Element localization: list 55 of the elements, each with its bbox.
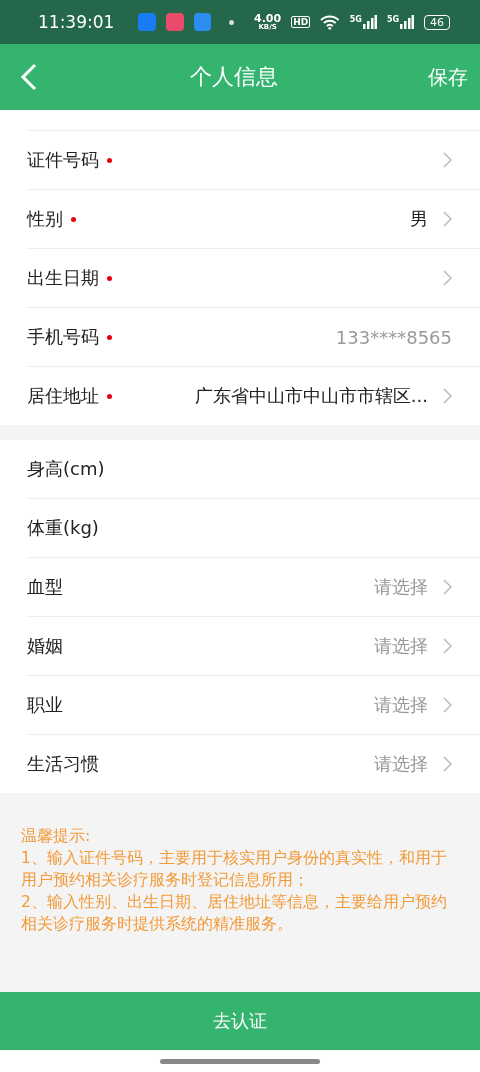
form-row[interactable]: 婚姻 请选择 xyxy=(27,617,480,676)
chevron-right-icon xyxy=(442,388,452,404)
field-placeholder: 请选择 xyxy=(374,575,428,599)
signal-icon xyxy=(362,15,377,29)
battery-level: 46 xyxy=(424,14,450,30)
field-label: 血型 xyxy=(27,575,63,599)
field-label: 婚姻 xyxy=(27,634,63,658)
app-icon xyxy=(165,13,184,31)
chevron-right-icon xyxy=(442,638,452,654)
chevron-right-icon xyxy=(442,211,452,227)
field-value: 广东省中山市中山市市辖区... xyxy=(194,384,428,408)
chevron-right-icon xyxy=(442,152,452,168)
form-row[interactable]: 身高(cm) xyxy=(27,440,480,499)
wifi-icon xyxy=(320,14,340,30)
field-label: 性别 xyxy=(27,207,63,231)
tips-title: 温馨提示: xyxy=(21,826,92,847)
chevron-right-icon xyxy=(442,697,452,713)
field-placeholder: 请选择 xyxy=(374,634,428,658)
tip-text: 2、输入性别、出生日期、居住地址等信息，主要给用户预约相关诊疗服务时提供系统的精准服务。 xyxy=(21,892,448,935)
field-placeholder: 133****8565 xyxy=(335,326,452,348)
form-row[interactable]: 出生日期 xyxy=(27,249,480,308)
field-label: 身高(cm) xyxy=(27,457,105,481)
field-label: 手机号码 xyxy=(27,325,99,349)
signal-icon xyxy=(400,15,414,29)
form-row[interactable]: 职业 请选择 xyxy=(27,676,480,735)
form-row[interactable]: 体重(kg) xyxy=(27,499,480,558)
form-row[interactable]: 生活习惯 请选择 xyxy=(27,735,480,793)
form-row[interactable]: 性别 男 xyxy=(27,190,480,249)
network-speed: 4.00 xyxy=(254,13,282,24)
field-label: 职业 xyxy=(27,693,63,717)
page-title: 个人信息 xyxy=(190,63,278,91)
field-label: 出生日期 xyxy=(27,266,99,290)
field-label: 生活习惯 xyxy=(27,752,99,776)
form-row[interactable]: 手机号码 133****8565 xyxy=(27,308,480,367)
field-placeholder: 请选择 xyxy=(374,752,428,776)
field-label: 体重(kg) xyxy=(27,516,99,540)
tip-text: 1、输入证件号码，主要用于核实用户身份的真实性，和用于用户预约相关诊疗服务时登记信息所用； xyxy=(21,848,448,891)
field-label: 证件号码 xyxy=(27,148,99,172)
chevron-right-icon xyxy=(442,270,452,286)
network-type: 5G xyxy=(386,15,399,24)
form-row[interactable]: 证件号码 xyxy=(27,131,480,190)
chevron-right-icon xyxy=(442,756,452,772)
form-row[interactable]: 居住地址 广东省中山市中山市市辖区... xyxy=(27,367,480,425)
app-icon xyxy=(193,13,212,31)
field-value: 男 xyxy=(410,207,428,231)
chevron-right-icon xyxy=(442,579,452,595)
network-type: 5G xyxy=(349,15,362,24)
status-time: 11:39:01 xyxy=(38,12,115,32)
app-icon xyxy=(138,13,156,31)
home-indicator[interactable] xyxy=(160,1058,320,1064)
hd-indicator: HD xyxy=(291,16,311,28)
field-label: 居住地址 xyxy=(27,384,99,408)
notification-dot xyxy=(229,19,235,25)
form-row[interactable]: 血型 请选择 xyxy=(27,558,480,617)
field-placeholder: 请选择 xyxy=(374,693,428,717)
